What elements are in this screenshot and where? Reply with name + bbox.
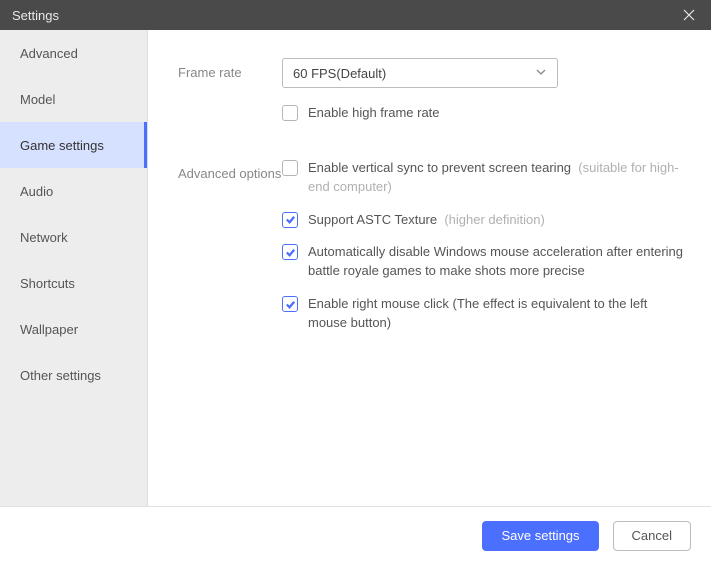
vsync-option: Enable vertical sync to prevent screen t… [282,159,687,197]
astc-hint: (higher definition) [444,212,544,227]
high-frame-rate-checkbox[interactable] [282,105,298,121]
sidebar-item-label: Wallpaper [20,322,78,337]
sidebar-item-model[interactable]: Model [0,76,147,122]
cancel-button[interactable]: Cancel [613,521,691,551]
save-settings-label: Save settings [501,528,579,543]
mouse-accel-option: Automatically disable Windows mouse acce… [282,243,687,281]
sidebar-item-advanced[interactable]: Advanced [0,30,147,76]
high-frame-rate-option: Enable high frame rate [282,104,687,123]
save-settings-button[interactable]: Save settings [482,521,598,551]
footer: Save settings Cancel [0,506,711,564]
cancel-label: Cancel [632,528,672,543]
right-click-label: Enable right mouse click (The effect is … [308,295,687,333]
window-title: Settings [12,8,59,23]
sidebar: Advanced Model Game settings Audio Netwo… [0,30,148,506]
right-click-checkbox[interactable] [282,296,298,312]
frame-rate-select[interactable]: 60 FPS(Default) [282,58,558,88]
vsync-label-text: Enable vertical sync to prevent screen t… [308,160,571,175]
sidebar-item-network[interactable]: Network [0,214,147,260]
sidebar-item-label: Model [20,92,55,107]
sidebar-item-label: Network [20,230,68,245]
frame-rate-label: Frame rate [178,58,282,82]
astc-option: Support ASTC Texture (higher definition) [282,211,687,230]
astc-label-text: Support ASTC Texture [308,212,437,227]
frame-rate-row: Frame rate 60 FPS(Default) Enable high f… [178,58,687,123]
sidebar-item-label: Advanced [20,46,78,61]
mouse-accel-checkbox[interactable] [282,244,298,260]
mouse-accel-label: Automatically disable Windows mouse acce… [308,243,687,281]
sidebar-item-other-settings[interactable]: Other settings [0,352,147,398]
astc-checkbox[interactable] [282,212,298,228]
astc-label: Support ASTC Texture (higher definition) [308,211,545,230]
advanced-options-body: Enable vertical sync to prevent screen t… [282,159,687,333]
titlebar: Settings [0,0,711,30]
close-icon [683,9,695,21]
sidebar-item-label: Shortcuts [20,276,75,291]
right-click-option: Enable right mouse click (The effect is … [282,295,687,333]
sidebar-item-game-settings[interactable]: Game settings [0,122,147,168]
frame-rate-select-value: 60 FPS(Default) [293,66,386,81]
advanced-options-label: Advanced options [178,159,282,183]
chevron-down-icon [535,66,547,81]
close-button[interactable] [679,5,699,25]
vsync-checkbox[interactable] [282,160,298,176]
sidebar-item-wallpaper[interactable]: Wallpaper [0,306,147,352]
sidebar-item-audio[interactable]: Audio [0,168,147,214]
advanced-options-row: Advanced options Enable vertical sync to… [178,159,687,333]
high-frame-rate-label: Enable high frame rate [308,104,440,123]
vsync-label: Enable vertical sync to prevent screen t… [308,159,687,197]
sidebar-item-shortcuts[interactable]: Shortcuts [0,260,147,306]
sidebar-item-label: Audio [20,184,53,199]
sidebar-item-label: Other settings [20,368,101,383]
sidebar-item-label: Game settings [20,138,104,153]
frame-rate-body: 60 FPS(Default) Enable high frame rate [282,58,687,123]
content-panel: Frame rate 60 FPS(Default) Enable high f… [148,30,711,506]
dialog-body: Advanced Model Game settings Audio Netwo… [0,30,711,506]
